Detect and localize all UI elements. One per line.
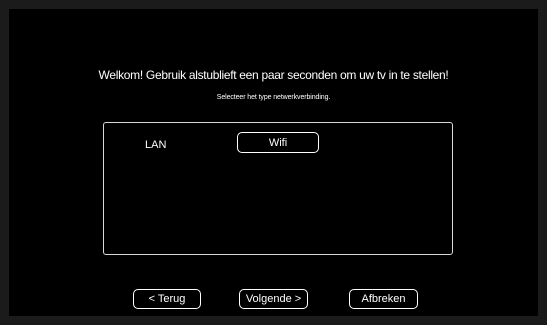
cancel-button[interactable]: Afbreken	[349, 289, 418, 309]
next-button[interactable]: Volgende >	[239, 289, 308, 309]
welcome-message: Welkom! Gebruik alstublieft een paar sec…	[98, 68, 449, 82]
network-selection-panel: LAN Wifi	[103, 122, 453, 255]
back-button[interactable]: < Terug	[133, 289, 201, 309]
network-type-instruction: Selecteer het type netwerkverbinding.	[216, 94, 331, 101]
tv-setup-screen: Welkom! Gebruik alstublieft een paar sec…	[9, 9, 538, 316]
lan-option[interactable]: LAN	[145, 139, 166, 151]
wifi-option-button[interactable]: Wifi	[237, 132, 319, 153]
